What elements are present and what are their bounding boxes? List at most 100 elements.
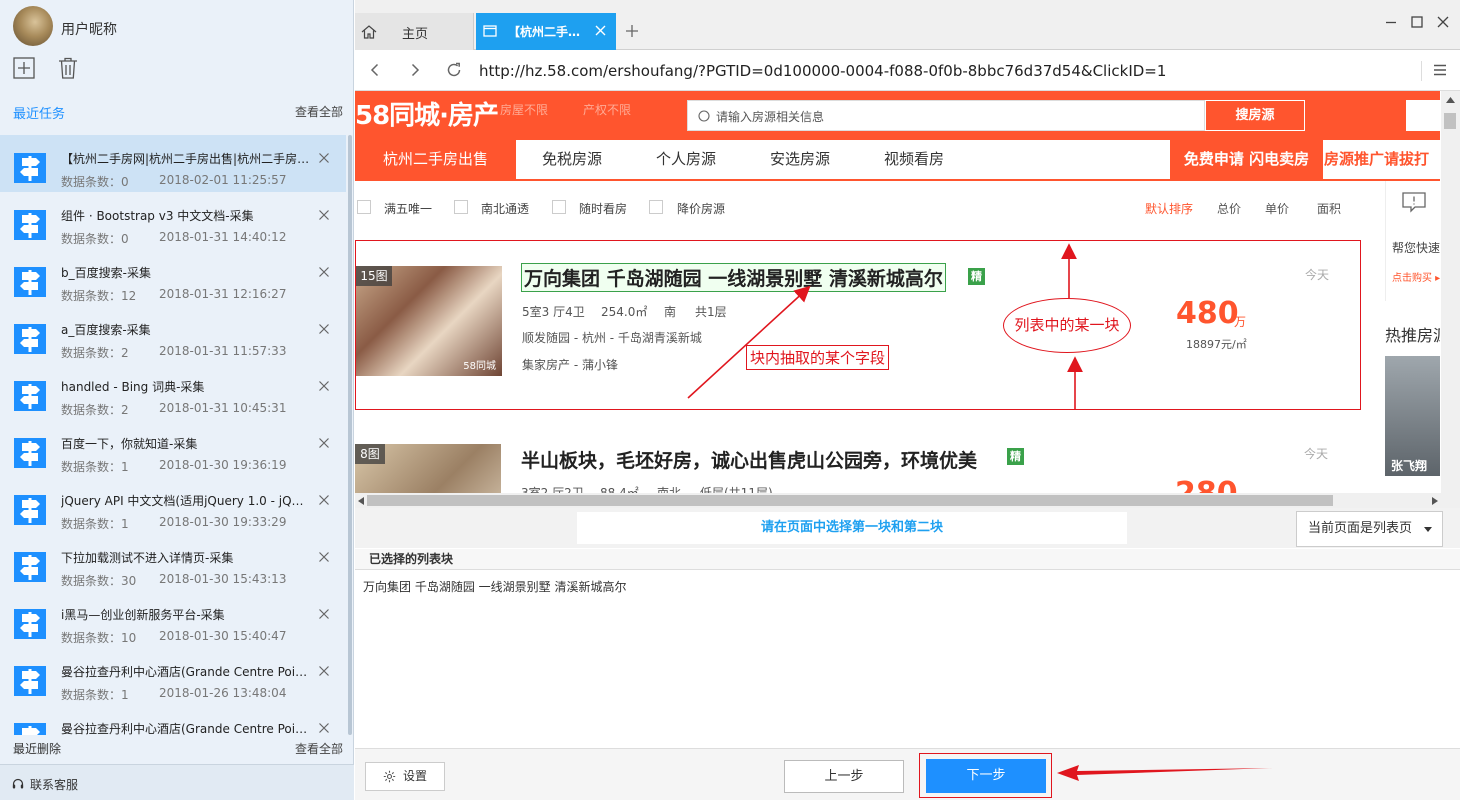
task-count-label: 数据条数： (61, 688, 122, 702)
recently-deleted-label[interactable]: 最近删除 (13, 740, 61, 757)
contact-support[interactable]: 联系客服 (0, 764, 354, 800)
delete-task-icon[interactable] (318, 380, 330, 392)
web-page-viewport[interactable]: 58同城·房产 房屋不限 产权不限 请输入房源相关信息 搜房源 杭州二手房出售 … (355, 91, 1440, 493)
hot-listings-title: 热推房源 (1385, 326, 1440, 345)
recent-tasks-header: 最近任务 查看全部 (13, 103, 343, 123)
scroll-right-icon[interactable] (1432, 497, 1438, 505)
task-item[interactable]: 组件 · Bootstrap v3 中文文档-采集 数据条数：0 2018-01-3… (0, 192, 346, 249)
close-tab-icon[interactable] (595, 25, 606, 36)
task-item[interactable]: 下拉加载测试不进入详情页-采集 数据条数：30 2018-01-30 15:43:1… (0, 534, 346, 591)
delete-task-icon[interactable] (318, 323, 330, 335)
back-icon[interactable] (367, 62, 383, 78)
filter-label[interactable]: 随时看房 (579, 200, 627, 217)
promo-hotline: 房源推广请拔打 (1324, 150, 1430, 168)
sort-total-price[interactable]: 总价 (1217, 200, 1241, 217)
listing-agent[interactable]: 集家房产 - 蒲小锋 (522, 356, 618, 373)
delete-task-icon[interactable] (318, 551, 330, 563)
header-right-button[interactable] (1406, 100, 1440, 131)
forward-icon[interactable] (407, 62, 423, 78)
signpost-icon (14, 210, 46, 240)
annotation-field-label: 块内抽取的某个字段 (746, 345, 890, 370)
menu-icon[interactable] (1432, 62, 1448, 78)
listing-title[interactable]: 半山板块，毛坯好房，诚心出售虎山公园旁，环境优美 (521, 446, 977, 473)
task-item[interactable]: b_百度搜索-采集 数据条数：12 2018-01-31 12:16:27 (0, 249, 346, 306)
delete-task-icon[interactable] (318, 722, 330, 734)
horizontal-scroll-thumb[interactable] (367, 495, 1333, 506)
delete-task-icon[interactable] (318, 266, 330, 278)
filter-checkbox[interactable] (552, 200, 566, 214)
avatar[interactable] (13, 6, 53, 46)
delete-task-icon[interactable] (318, 152, 330, 164)
task-item[interactable]: 曼谷拉查丹利中心酒店(Grande Centre Poin… (0, 705, 346, 735)
task-item[interactable]: 曼谷拉查丹利中心酒店(Grande Centre Poin… 数据条数：1 2018… (0, 648, 346, 705)
nav-personal[interactable]: 个人房源 (656, 140, 716, 179)
sidebar-scrollbar[interactable] (348, 135, 352, 735)
page-horizontal-scrollbar[interactable] (355, 493, 1460, 508)
next-step-button[interactable]: 下一步 (926, 759, 1046, 793)
plus-icon (626, 25, 638, 37)
listing-block[interactable]: 15图 58同城 万向集团 千岛湖随园 一线湖景别墅 清溪新城高尔 精 5室3 … (355, 240, 1361, 410)
side-widget[interactable]: 帮您快速 点击购买 ▸ (1385, 181, 1440, 301)
delete-task-icon[interactable] (318, 665, 330, 677)
tab-active-page[interactable]: 【杭州二手房… (476, 13, 616, 50)
selected-block-text[interactable]: 万向集团 千岛湖随园 一线湖景别墅 清溪新城高尔 (363, 578, 626, 595)
task-list: 【杭州二手房网|杭州二手房出售|杭州二手房… 数据条数：0 2018-02-01 1… (0, 135, 346, 735)
listing-image[interactable]: 15图 58同城 (356, 266, 502, 376)
task-item[interactable]: handled - Bing 词典-采集 数据条数：2 2018-01-31 10:… (0, 363, 346, 420)
filter-label[interactable]: 满五唯一 (384, 200, 432, 217)
sort-area[interactable]: 面积 (1317, 200, 1341, 217)
maximize-icon[interactable] (1410, 15, 1424, 29)
filter-checkbox[interactable] (649, 200, 663, 214)
task-item[interactable]: a_百度搜索-采集 数据条数：2 2018-01-31 11:57:33 (0, 306, 346, 363)
task-item[interactable]: jQuery API 中文文档(适用jQuery 1.0 - jQuer… 数据条… (0, 477, 346, 534)
listing-title[interactable]: 万向集团 千岛湖随园 一线湖景别墅 清溪新城高尔 (521, 263, 946, 292)
view-all-recent-link[interactable]: 查看全部 (295, 103, 343, 120)
nav-video[interactable]: 视频看房 (884, 140, 944, 179)
free-apply-button[interactable]: 免费申请 闪电卖房 (1170, 140, 1323, 179)
settings-button[interactable]: 设置 (365, 762, 445, 791)
task-time: 2018-02-01 11:25:57 (159, 173, 287, 187)
task-item[interactable]: 百度一下，你就知道-采集 数据条数：1 2018-01-30 19:36:19 (0, 420, 346, 477)
filter-checkbox[interactable] (357, 200, 371, 214)
nav-tax-free[interactable]: 免税房源 (542, 140, 602, 179)
previous-step-button[interactable]: 上一步 (784, 760, 904, 793)
view-all-deleted-link[interactable]: 查看全部 (295, 740, 343, 757)
vertical-scroll-thumb[interactable] (1444, 113, 1456, 129)
minimize-icon[interactable] (1384, 15, 1398, 29)
delete-task-icon[interactable] (318, 437, 330, 449)
task-item[interactable]: 【杭州二手房网|杭州二手房出售|杭州二手房… 数据条数：0 2018-02-01 1… (0, 135, 346, 192)
side-widget-link[interactable]: 点击购买 ▸ (1392, 269, 1440, 284)
trash-icon[interactable] (56, 56, 80, 80)
filter-label[interactable]: 降价房源 (677, 200, 725, 217)
listing-image[interactable]: 8图 (355, 444, 501, 493)
listing-community[interactable]: 顺发随园 - 杭州 - 千岛湖青溪新城 (522, 329, 702, 346)
nav-divider (1421, 61, 1422, 81)
page-vertical-scrollbar[interactable] (1441, 91, 1460, 493)
signpost-icon (14, 723, 46, 735)
page-type-dropdown[interactable]: 当前页面是列表页 (1296, 511, 1443, 547)
tab-home[interactable]: 主页 (355, 13, 474, 50)
nav-ershoufang[interactable]: 杭州二手房出售 (355, 140, 516, 179)
sort-unit-price[interactable]: 单价 (1265, 200, 1289, 217)
refresh-icon[interactable] (446, 62, 462, 78)
new-task-icon[interactable] (12, 56, 36, 80)
scroll-up-icon[interactable] (1446, 97, 1455, 103)
filter-label[interactable]: 南北通透 (481, 200, 529, 217)
search-button[interactable]: 搜房源 (1205, 100, 1305, 131)
delete-task-icon[interactable] (318, 608, 330, 620)
task-item[interactable]: i黑马—创业创新服务平台-采集 数据条数：10 2018-01-30 15:40:4… (0, 591, 346, 648)
site-search-input[interactable]: 请输入房源相关信息 (687, 100, 1205, 131)
address-bar[interactable]: http://hz.58.com/ershoufang/?PGTID=0d100… (479, 62, 1166, 80)
sort-default[interactable]: 默认排序 (1145, 200, 1193, 217)
scroll-left-icon[interactable] (358, 497, 364, 505)
delete-task-icon[interactable] (318, 494, 330, 506)
listing-block[interactable]: 8图 半山板块，毛坯好房，诚心出售虎山公园旁，环境优美 精 3室2 厅2卫 88… (355, 411, 1361, 493)
username[interactable]: 用户昵称 (61, 19, 117, 39)
filter-checkbox[interactable] (454, 200, 468, 214)
site-logo[interactable]: 58同城·房产 (355, 95, 499, 132)
new-tab-button[interactable] (623, 22, 641, 40)
delete-task-icon[interactable] (318, 209, 330, 221)
nav-safe-select[interactable]: 安选房源 (770, 140, 830, 179)
listing-price: 480 (1176, 296, 1239, 331)
close-window-icon[interactable] (1436, 15, 1450, 29)
